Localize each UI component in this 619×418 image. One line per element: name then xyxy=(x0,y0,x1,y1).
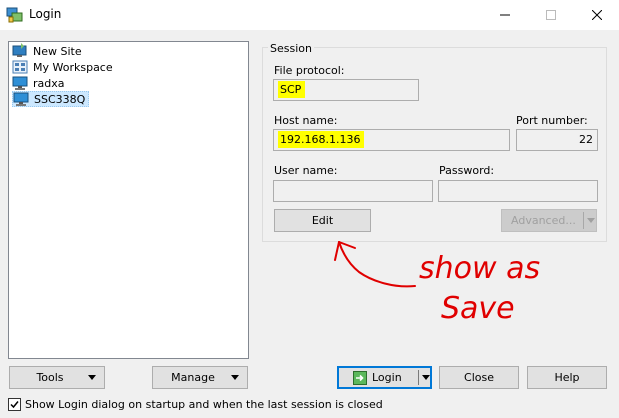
chevron-down-icon[interactable] xyxy=(422,375,430,380)
computer-icon xyxy=(13,91,29,107)
tree-item-label: New Site xyxy=(33,44,82,58)
maximize-button[interactable] xyxy=(528,0,574,30)
close-icon xyxy=(592,10,602,20)
close-window-button[interactable] xyxy=(574,0,619,30)
tools-label: Tools xyxy=(36,371,64,384)
winscp-app-icon xyxy=(6,6,23,23)
show-login-on-startup-checkbox[interactable] xyxy=(8,398,21,411)
minimize-icon xyxy=(500,14,510,16)
tree-item-label: SSC338Q xyxy=(34,92,86,106)
chevron-down-icon xyxy=(587,218,595,223)
password-field[interactable] xyxy=(438,180,598,202)
checkmark-icon xyxy=(10,401,19,409)
manage-button[interactable]: Manage xyxy=(152,366,248,389)
maximize-icon xyxy=(546,10,556,20)
annotation-line1: show as xyxy=(419,251,540,286)
port-number-field[interactable]: 22 xyxy=(516,129,598,151)
site-tree[interactable]: New Site My Workspace radxa SSC338Q xyxy=(8,41,249,359)
arrow-shaft xyxy=(338,241,416,288)
annotation-line2: Save xyxy=(441,291,515,326)
split-divider xyxy=(418,370,419,385)
split-divider xyxy=(583,212,584,229)
host-name-value: 192.168.1.136 xyxy=(278,131,365,148)
close-button[interactable]: Close xyxy=(439,366,519,389)
computer-icon xyxy=(12,75,28,91)
minimize-button[interactable] xyxy=(482,0,528,30)
window-title: Login xyxy=(29,7,62,21)
arrow-head-left xyxy=(334,241,340,261)
file-protocol-select[interactable]: SCP xyxy=(273,79,419,101)
advanced-button-label: Advanced... xyxy=(511,214,576,227)
chevron-down-icon xyxy=(88,375,96,380)
login-label: Login xyxy=(372,371,402,384)
tree-item-ssc338q[interactable]: SSC338Q xyxy=(12,91,90,107)
new-site-icon xyxy=(12,43,28,59)
workspace-icon xyxy=(12,59,28,75)
tree-item-label: radxa xyxy=(33,76,65,90)
tree-item-new-site[interactable]: New Site xyxy=(12,43,85,59)
help-button[interactable]: Help xyxy=(527,366,607,389)
advanced-button[interactable]: Advanced... xyxy=(501,209,597,232)
port-number-label: Port number: xyxy=(516,114,588,127)
tools-button[interactable]: Tools xyxy=(9,366,105,389)
host-name-label: Host name: xyxy=(274,114,338,127)
login-button[interactable]: Login xyxy=(337,366,432,389)
user-name-field[interactable] xyxy=(273,180,433,202)
file-protocol-label: File protocol: xyxy=(274,64,345,77)
login-icon xyxy=(353,370,367,385)
handwritten-annotation: show as Save xyxy=(325,232,565,345)
tree-item-radxa[interactable]: radxa xyxy=(12,75,68,91)
edit-button[interactable]: Edit xyxy=(274,209,371,232)
password-label: Password: xyxy=(439,164,495,177)
tree-item-label: My Workspace xyxy=(33,60,113,74)
host-name-field[interactable]: 192.168.1.136 xyxy=(273,129,510,151)
chevron-down-icon xyxy=(231,375,239,380)
tree-item-my-workspace[interactable]: My Workspace xyxy=(12,59,116,75)
session-legend: Session xyxy=(268,42,314,55)
file-protocol-value: SCP xyxy=(278,81,306,98)
manage-label: Manage xyxy=(171,371,215,384)
title-bar[interactable]: Login xyxy=(0,0,619,30)
user-name-label: User name: xyxy=(274,164,338,177)
show-login-on-startup-label[interactable]: Show Login dialog on startup and when th… xyxy=(25,398,383,411)
